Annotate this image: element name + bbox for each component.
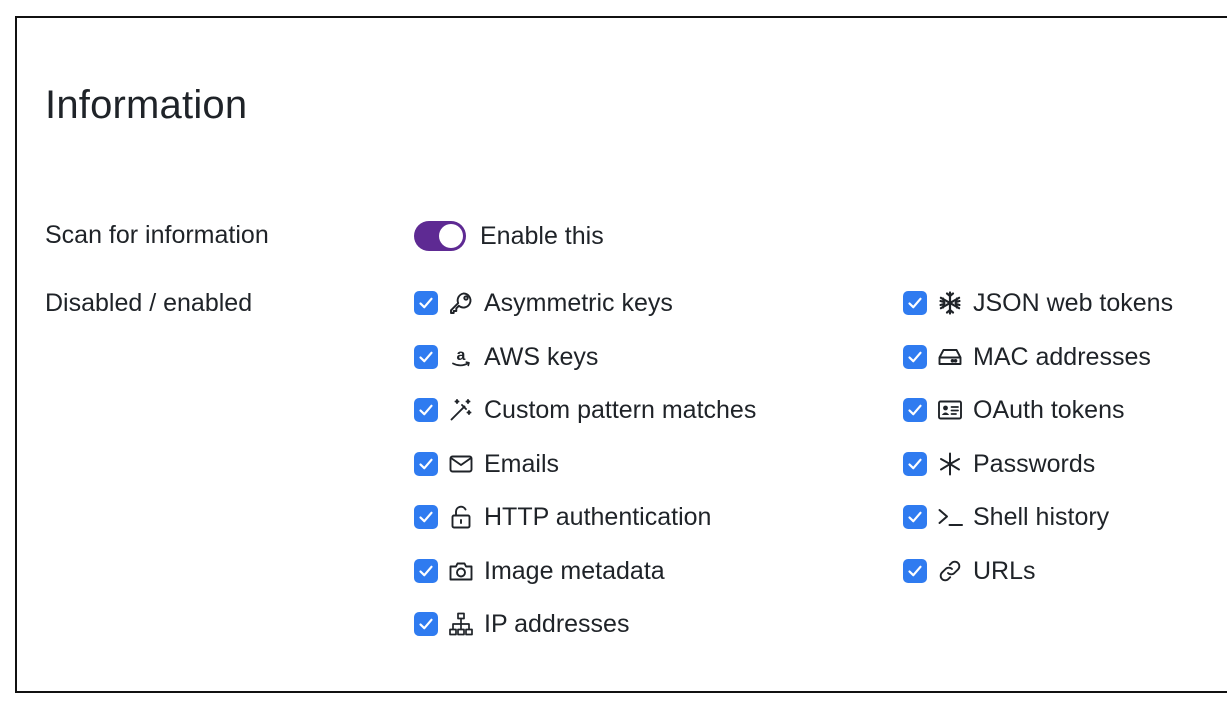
option-label: JSON web tokens [973,289,1174,317]
enable-toggle[interactable]: Enable this [414,221,604,251]
option-ip-addresses[interactable]: IP addresses [414,609,756,639]
checkbox[interactable] [414,612,438,636]
option-http-authentication[interactable]: HTTP authentication [414,502,756,532]
option-label: Shell history [973,503,1110,531]
amazon-icon: a [446,342,476,372]
checkbox[interactable] [414,344,438,369]
option-label: AWS keys [484,342,599,371]
types-label: Disabled / enabled [45,289,253,317]
option-label: Image metadata [484,556,665,585]
option-label: MAC addresses [973,342,1151,371]
option-urls[interactable]: URLs [903,556,1173,586]
option-label: Emails [484,449,560,478]
link-icon [935,556,965,586]
network-icon [446,609,476,639]
checkbox[interactable] [903,505,927,529]
checkbox[interactable] [903,451,927,476]
toggle-label: Enable this [480,222,604,250]
checkbox[interactable] [903,291,927,315]
checkbox[interactable] [414,558,438,583]
section-title: Information [45,83,248,127]
option-label: Custom pattern matches [484,396,757,424]
option-label: HTTP authentication [484,503,712,531]
checkbox[interactable] [414,291,438,315]
option-label: URLs [973,556,1036,585]
option-label: OAuth tokens [973,396,1125,424]
option-passwords[interactable]: Passwords [903,449,1173,479]
option-json-web-tokens[interactable]: JSON web tokens [903,288,1173,318]
checkbox[interactable] [903,344,927,369]
toggle-switch[interactable] [414,221,466,251]
types-column-left: Asymmetric keys a AWS keys Custom patter… [414,288,756,663]
svg-text:a: a [457,347,466,364]
checkbox[interactable] [903,398,927,422]
checkbox[interactable] [414,505,438,529]
hard-drive-icon [935,342,965,372]
terminal-icon [935,502,965,532]
option-mac-addresses[interactable]: MAC addresses [903,342,1173,372]
checkbox[interactable] [414,398,438,422]
option-oauth-tokens[interactable]: OAuth tokens [903,395,1173,425]
envelope-icon [446,449,476,479]
id-card-icon [935,395,965,425]
option-label: IP addresses [484,610,630,638]
option-aws-keys[interactable]: a AWS keys [414,342,756,372]
magic-wand-icon [446,395,476,425]
option-image-metadata[interactable]: Image metadata [414,556,756,586]
types-column-right: JSON web tokens MAC addresses OAuth toke… [903,288,1173,609]
option-asymmetric-keys[interactable]: Asymmetric keys [414,288,756,318]
option-custom-pattern-matches[interactable]: Custom pattern matches [414,395,756,425]
option-emails[interactable]: Emails [414,449,756,479]
asterisk-icon [935,449,965,479]
scan-label: Scan for information [45,221,269,249]
camera-icon [446,556,476,586]
checkbox[interactable] [903,558,927,583]
option-label: Passwords [973,449,1096,478]
toggle-knob [439,224,463,248]
snowflake-icon [935,288,965,318]
option-label: Asymmetric keys [484,289,673,317]
option-shell-history[interactable]: Shell history [903,502,1173,532]
key-icon [446,288,476,318]
unlock-icon [446,502,476,532]
checkbox[interactable] [414,451,438,476]
